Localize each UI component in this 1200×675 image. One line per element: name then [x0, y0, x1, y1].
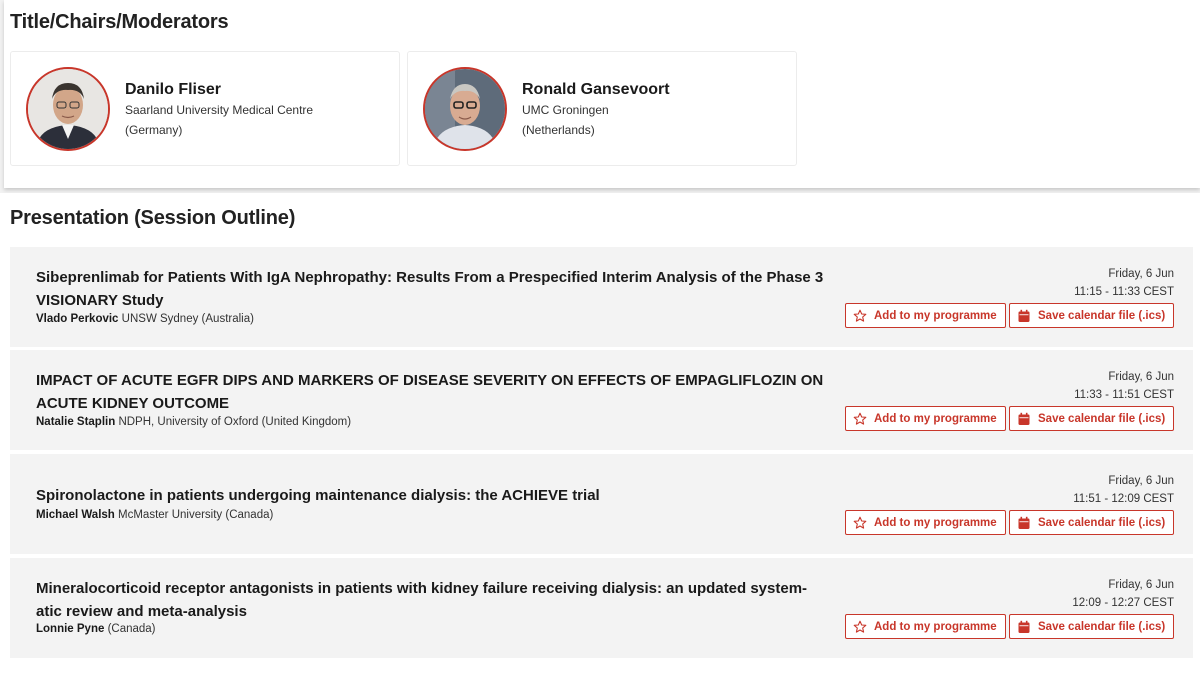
presentation-title-line1: Spironolactone in patients undergoing ma… — [36, 487, 600, 504]
presentation-date: Friday, 6 Jun — [1108, 268, 1174, 280]
presentation-row: Mineralocorticoid receptor antagonists i… — [10, 558, 1193, 658]
add-label: Add to my programme — [874, 309, 997, 322]
presentation-title-line2: VISIONARY Study — [36, 292, 164, 309]
presentation-title[interactable]: Sibeprenlimab for Patients With IgA Neph… — [36, 266, 836, 312]
save-calendar-button[interactable]: Save calendar file (.ics) — [1009, 510, 1174, 535]
presentation-datetime: Friday, 6 Jun 11:33 - 11:51 CEST — [1074, 368, 1174, 404]
presentation-time: 12:09 - 12:27 CEST — [1072, 597, 1174, 609]
presentation-title-line1: Sibeprenlimab for Patients With IgA Neph… — [36, 269, 824, 286]
save-calendar-button[interactable]: Save calendar file (.ics) — [1009, 614, 1174, 639]
avatar — [26, 67, 110, 151]
speaker-name: Lonnie Pyne — [36, 623, 105, 635]
ics-label: Save calendar file (.ics) — [1038, 516, 1166, 529]
calendar-icon — [1017, 516, 1031, 530]
calendar-icon — [1017, 412, 1031, 426]
star-icon — [853, 412, 867, 426]
add-to-programme-button[interactable]: Add to my programme — [845, 510, 1006, 535]
presentation-title[interactable]: Spironolactone in patients undergoing ma… — [36, 484, 836, 507]
presentation-time: 11:15 - 11:33 CEST — [1074, 286, 1174, 298]
chair-country: (Netherlands) — [522, 123, 595, 137]
presentation-row: IMPACT OF ACUTE EGFR DIPS AND MARKERS OF… — [10, 350, 1193, 450]
presentation-title[interactable]: IMPACT OF ACUTE EGFR DIPS AND MARKERS OF… — [36, 369, 836, 415]
chairs-section-title: Title/Chairs/Moderators — [10, 11, 229, 33]
ics-label: Save calendar file (.ics) — [1038, 620, 1166, 633]
presentation-section-title: Presentation (Session Outline) — [10, 207, 296, 229]
chair-organization: UMC Groningen — [522, 103, 609, 117]
presentation-datetime: Friday, 6 Jun 12:09 - 12:27 CEST — [1072, 576, 1174, 612]
presentation-title[interactable]: Mineralocorticoid receptor antagonists i… — [36, 577, 836, 623]
star-icon — [853, 309, 867, 323]
chair-organization: Saarland University Medical Centre — [125, 103, 314, 117]
presentation-time: 11:51 - 12:09 CEST — [1073, 493, 1174, 505]
speaker-affiliation: UNSW Sydney (Australia) — [118, 313, 254, 325]
save-calendar-button[interactable]: Save calendar file (.ics) — [1009, 406, 1174, 431]
add-label: Add to my programme — [874, 516, 997, 529]
save-calendar-button[interactable]: Save calendar file (.ics) — [1009, 303, 1174, 328]
presentation-date: Friday, 6 Jun — [1108, 475, 1174, 487]
add-label: Add to my programme — [874, 412, 997, 425]
presentation-speaker: Michael Walsh McMaster University (Canad… — [36, 509, 273, 521]
presentation-title-line2: atic review and meta-analysis — [36, 603, 247, 620]
speaker-name: Vlado Perkovic — [36, 313, 119, 325]
presentation-speaker: Vlado Perkovic UNSW Sydney (Australia) — [36, 313, 254, 325]
presentation-date: Friday, 6 Jun — [1108, 371, 1174, 383]
presentation-title-line1: IMPACT OF ACUTE EGFR DIPS AND MARKERS OF… — [36, 372, 824, 389]
chair-card-ronald-gansevoort[interactable]: Ronald Gansevoort UMC Groningen (Netherl… — [407, 51, 797, 166]
add-to-programme-button[interactable]: Add to my programme — [845, 303, 1006, 328]
chair-name: Ronald Gansevoort — [522, 81, 670, 98]
presentation-datetime: Friday, 6 Jun 11:15 - 11:33 CEST — [1074, 265, 1174, 301]
calendar-icon — [1017, 309, 1031, 323]
add-to-programme-button[interactable]: Add to my programme — [845, 614, 1006, 639]
speaker-affiliation: NDPH, University of Oxford (United Kingd… — [115, 416, 352, 428]
chair-card-danilo-fliser[interactable]: Danilo Fliser Saarland University Medica… — [10, 51, 400, 166]
presentation-date: Friday, 6 Jun — [1108, 579, 1174, 591]
speaker-name: Natalie Staplin — [36, 416, 116, 428]
star-icon — [853, 516, 867, 530]
presentation-row: Spironolactone in patients undergoing ma… — [10, 454, 1193, 554]
ics-label: Save calendar file (.ics) — [1038, 309, 1166, 322]
chair-country: (Germany) — [125, 123, 183, 137]
avatar — [423, 67, 507, 151]
presentation-row: Sibeprenlimab for Patients With IgA Neph… — [10, 247, 1193, 347]
presentation-speaker: Natalie Staplin NDPH, University of Oxfo… — [36, 416, 351, 428]
presentation-title-line2: ACUTE KIDNEY OUTCOME — [36, 395, 230, 412]
ics-label: Save calendar file (.ics) — [1038, 412, 1166, 425]
presentation-datetime: Friday, 6 Jun 11:51 - 12:09 CEST — [1073, 472, 1174, 508]
presentation-time: 11:33 - 11:51 CEST — [1074, 389, 1174, 401]
add-to-programme-button[interactable]: Add to my programme — [845, 406, 1006, 431]
presentation-speaker: Lonnie Pyne (Canada) — [36, 623, 156, 635]
calendar-icon — [1017, 620, 1031, 634]
star-icon — [853, 620, 867, 634]
speaker-affiliation: McMaster University (Canada) — [114, 509, 274, 521]
presentation-title-line1: Mineralocorticoid receptor antagonists i… — [36, 580, 808, 597]
add-label: Add to my programme — [874, 620, 997, 633]
chair-name: Danilo Fliser — [125, 81, 222, 98]
speaker-name: Michael Walsh — [36, 509, 115, 521]
speaker-affiliation: (Canada) — [104, 623, 156, 635]
